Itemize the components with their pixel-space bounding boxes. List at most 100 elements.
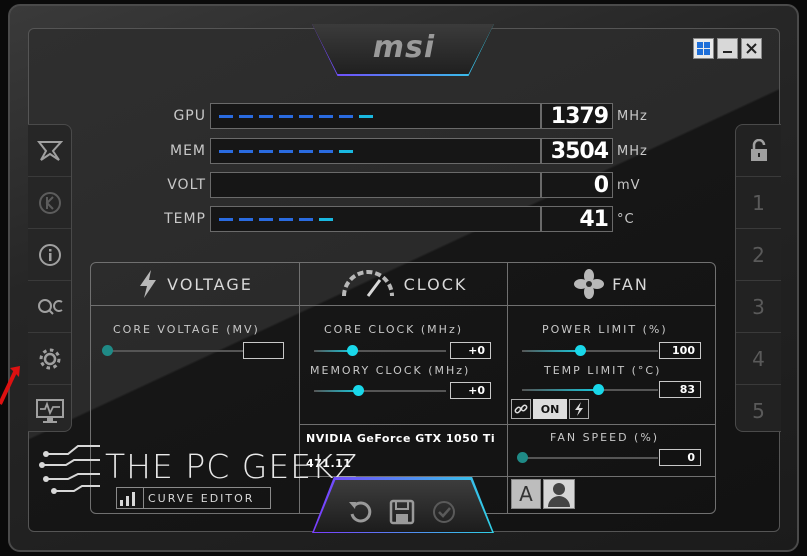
user-fan-button[interactable]: [543, 479, 575, 509]
temp-limit-slider[interactable]: [522, 384, 658, 395]
user-icon: [548, 483, 570, 507]
metric-label: TEMP: [164, 211, 206, 227]
msi-logo: msi: [372, 30, 436, 65]
core-clock-label: CORE CLOCK (MHz): [324, 323, 464, 336]
metric-dash: [219, 150, 233, 153]
slider-knob[interactable]: [593, 384, 604, 395]
profile-5-button[interactable]: 5: [736, 385, 781, 436]
link-button[interactable]: [511, 399, 531, 419]
minimize-button[interactable]: [717, 38, 738, 59]
boost-button[interactable]: [569, 399, 589, 419]
memory-clock-slider[interactable]: [314, 385, 446, 396]
power-limit-label: POWER LIMIT (%): [542, 323, 668, 336]
slider-knob[interactable]: [353, 385, 364, 396]
power-limit-value[interactable]: 100: [659, 342, 701, 359]
sidebar-item-kombustor[interactable]: [28, 125, 71, 177]
reset-icon: [349, 501, 372, 523]
msi-afterburner-window: msi 1 2 3 4 5 GPU 1379 MHz MEM 3504 MHz …: [0, 0, 807, 556]
core-voltage-label: CORE VOLTAGE (MV): [113, 323, 260, 336]
metric-dash: [319, 115, 333, 118]
slider-knob[interactable]: [102, 345, 113, 356]
metric-unit: MHz: [617, 144, 648, 159]
bar-graph-icon: [120, 488, 144, 508]
lightning-icon: [575, 402, 583, 416]
metric-dash: [299, 150, 313, 153]
clock-header: CLOCK: [300, 263, 507, 306]
apply-button[interactable]: [430, 498, 458, 530]
profile-1-button[interactable]: 1: [736, 177, 781, 229]
fan-icon: [574, 269, 605, 299]
metric-dash: [279, 218, 293, 221]
slider-knob[interactable]: [517, 452, 528, 463]
power-limit-slider[interactable]: [522, 345, 658, 356]
save-button[interactable]: [388, 498, 416, 530]
metric-bar: [210, 172, 541, 198]
link-on-toggle[interactable]: ON: [533, 399, 567, 419]
core-voltage-value[interactable]: [243, 342, 284, 359]
metric-label: MEM: [169, 143, 206, 159]
divider: [508, 424, 715, 425]
metric-value: 0: [541, 172, 613, 198]
close-button[interactable]: [741, 38, 762, 59]
lock-profile-button[interactable]: [736, 125, 781, 177]
monitor-icon: [35, 398, 64, 423]
sidebar-item-oc-scanner[interactable]: [28, 281, 71, 333]
profile-4-button[interactable]: 4: [736, 333, 781, 385]
slider-knob[interactable]: [575, 345, 586, 356]
circuit-logo-icon: [39, 445, 100, 494]
auto-fan-button[interactable]: A: [511, 479, 541, 509]
metric-dash: [259, 150, 273, 153]
sidebar-item-info[interactable]: [28, 229, 71, 281]
memory-clock-value[interactable]: +0: [450, 382, 491, 399]
metric-unit: °C: [617, 212, 635, 227]
metric-label: VOLT: [167, 177, 206, 193]
gear-icon: [39, 348, 60, 369]
reset-button[interactable]: [346, 498, 374, 530]
sidebar-item-k-boost[interactable]: [28, 177, 71, 229]
link-toggle-group: ON: [511, 399, 589, 419]
watermark-text: THE PC GEEKZ: [105, 447, 359, 486]
metric-bar: [210, 103, 541, 129]
voltage-header: VOLTAGE: [91, 263, 299, 306]
metric-dash: [339, 115, 353, 118]
profile-3-button[interactable]: 3: [736, 281, 781, 333]
metric-row-gpu: GPU 1379 MHz: [150, 103, 680, 131]
windows-start-icon[interactable]: [693, 38, 714, 59]
metric-bar: [210, 206, 541, 232]
temp-limit-value[interactable]: 83: [659, 381, 701, 398]
core-clock-slider[interactable]: [314, 345, 446, 356]
core-clock-value[interactable]: +0: [450, 342, 491, 359]
metric-dash: [279, 115, 293, 118]
fan-mode-buttons: A: [511, 479, 575, 509]
metric-dashes: [219, 218, 333, 221]
clock-title: CLOCK: [403, 274, 468, 294]
metric-unit: MHz: [617, 109, 648, 124]
lock-icon: [750, 138, 767, 161]
memory-clock-label: MEMORY CLOCK (MHz): [310, 364, 471, 377]
curve-editor-button[interactable]: CURVE EDITOR: [116, 487, 271, 509]
curve-editor-label: CURVE EDITOR: [148, 491, 255, 505]
metric-bar: [210, 138, 541, 164]
check-icon: [433, 501, 455, 523]
metric-dash: [299, 218, 313, 221]
k-circle-icon: [38, 191, 61, 214]
metric-row-temp: TEMP 41 °C: [150, 206, 680, 234]
metric-dash: [299, 115, 313, 118]
metric-dash: [319, 150, 333, 153]
sidebar-item-monitor[interactable]: [28, 385, 71, 436]
fan-title: FAN: [612, 274, 649, 294]
metric-dash: [319, 218, 333, 221]
temp-limit-label: TEMP LIMIT (°C): [544, 364, 662, 377]
sidebar-item-settings[interactable]: [28, 333, 71, 385]
metric-dashes: [219, 115, 373, 118]
slider-knob[interactable]: [347, 345, 358, 356]
core-voltage-slider[interactable]: [102, 345, 243, 356]
info-icon: [38, 243, 61, 266]
window-controls: [693, 38, 762, 59]
fan-speed-value[interactable]: 0: [659, 449, 701, 466]
profile-2-button[interactable]: 2: [736, 229, 781, 281]
metric-row-volt: VOLT 0 mV: [150, 172, 680, 200]
fan-speed-slider[interactable]: [517, 452, 658, 463]
metric-dash: [239, 115, 253, 118]
metric-unit: mV: [617, 178, 641, 193]
